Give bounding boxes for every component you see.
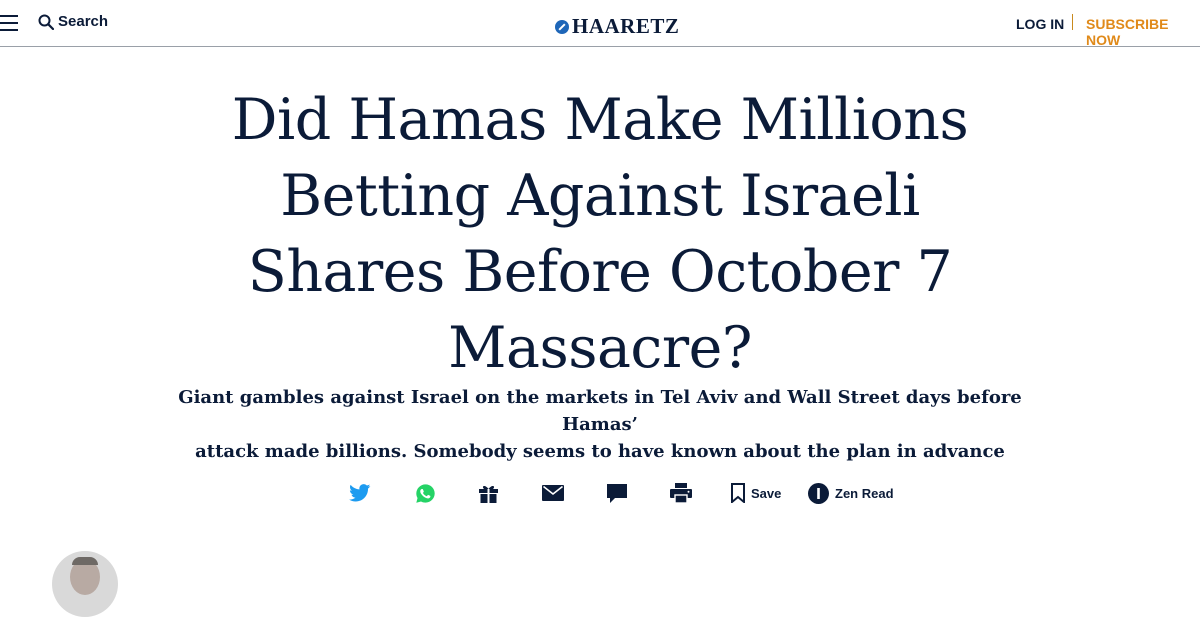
gift-article-button[interactable] xyxy=(478,478,499,508)
dek-line: Giant gambles against Israel on the mark… xyxy=(178,387,1022,435)
article-subheadline: Giant gambles against Israel on the mark… xyxy=(150,384,1050,465)
save-button[interactable]: Save xyxy=(731,478,781,508)
bookmark-icon xyxy=(731,483,745,503)
share-email-button[interactable] xyxy=(542,478,564,508)
zen-read-icon xyxy=(808,482,829,504)
site-logo[interactable]: HAARETZ xyxy=(555,14,679,39)
search-icon xyxy=(38,14,54,30)
save-label: Save xyxy=(751,485,782,501)
subscribe-link[interactable]: SUBSCRIBE NOW xyxy=(1086,16,1200,48)
dek-line: attack made billions. Somebody seems to … xyxy=(195,441,1005,462)
search-label: Search xyxy=(58,13,109,30)
zen-read-label: Zen Read xyxy=(835,485,894,501)
comment-icon xyxy=(607,483,627,503)
headline-line: Betting Against Israeli xyxy=(280,163,920,229)
comments-button[interactable] xyxy=(606,478,628,508)
header-divider xyxy=(1072,14,1073,30)
twitter-icon xyxy=(349,484,371,502)
top-bar: Search HAARETZ LOG IN SUBSCRIBE NOW xyxy=(0,0,1200,48)
login-link[interactable]: LOG IN xyxy=(1016,16,1064,32)
headline-line: Did Hamas Make Millions xyxy=(231,87,969,153)
avatar-hair xyxy=(72,557,98,565)
gift-icon xyxy=(479,485,498,503)
zen-read-button[interactable]: Zen Read xyxy=(808,478,894,508)
logo-text: HAARETZ xyxy=(572,14,680,38)
mail-icon xyxy=(542,485,564,501)
headline-line: Shares Before October 7 xyxy=(247,239,953,305)
article-headline: Did Hamas Make Millions Betting Against I… xyxy=(130,82,1070,386)
print-icon xyxy=(670,483,692,503)
share-twitter-button[interactable] xyxy=(349,478,371,508)
author-avatar[interactable] xyxy=(52,551,118,617)
hamburger-icon[interactable] xyxy=(0,15,18,31)
share-whatsapp-button[interactable] xyxy=(415,478,436,508)
search-button[interactable]: Search xyxy=(38,13,108,30)
share-bar: Save Zen Read xyxy=(0,478,1200,508)
whatsapp-icon xyxy=(416,483,435,503)
print-button[interactable] xyxy=(670,478,692,508)
logo-mark-icon xyxy=(555,19,569,34)
headline-line: Massacre? xyxy=(448,315,752,381)
